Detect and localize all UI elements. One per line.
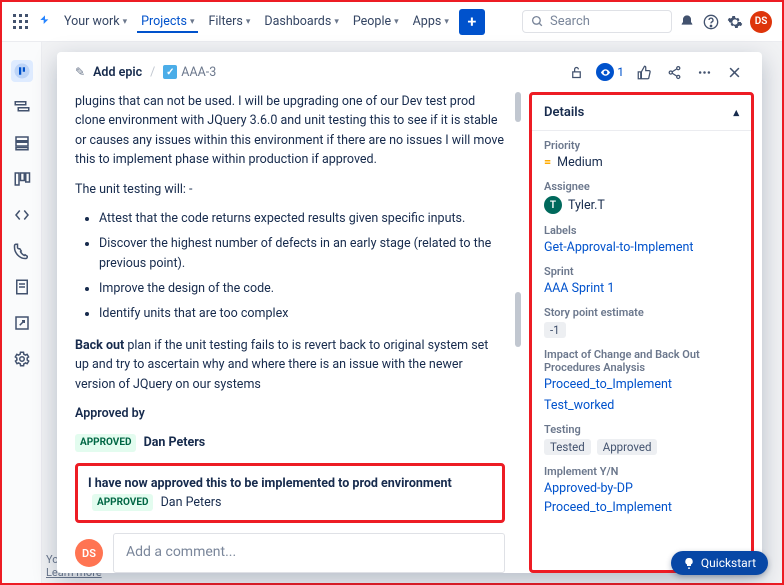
issue-dialog: ✎ Add epic / ✓ AAA-3 1 plugins that (57, 52, 762, 573)
issue-type-icon: ✓ (163, 65, 177, 79)
quickstart-button[interactable]: Quickstart (671, 551, 768, 575)
rail-code-icon[interactable] (11, 204, 33, 226)
rail-pages-icon[interactable] (11, 276, 33, 298)
desc-bullet: Attest that the code returns expected re… (99, 209, 505, 228)
dialog-header: ✎ Add epic / ✓ AAA-3 1 (57, 52, 762, 92)
breadcrumb-separator: / (150, 65, 155, 80)
desc-bullet: Identify units that are too complex (99, 304, 505, 323)
nav-projects[interactable]: Projects▾ (137, 10, 198, 33)
search-placeholder: Search (550, 14, 590, 29)
chevron-down-icon: ▾ (334, 17, 339, 27)
breadcrumb: ✎ Add epic / ✓ AAA-3 (75, 65, 216, 80)
desc-unit-intro: The unit testing will: - (75, 180, 505, 199)
nav-apps[interactable]: Apps▾ (409, 10, 453, 33)
assignee-avatar: T (544, 196, 562, 214)
rail-board-icon[interactable] (11, 60, 33, 82)
rail-board2-icon[interactable] (11, 168, 33, 190)
create-button[interactable]: + (459, 9, 485, 35)
issue-main: plugins that can not be used. I will be … (75, 92, 521, 573)
approver-line: APPROVED Dan Peters (75, 433, 505, 452)
approved-pill: APPROVED (92, 494, 153, 512)
watch-count: 1 (617, 65, 624, 79)
desc-bullet: Improve the design of the code. (99, 279, 505, 298)
field-assignee[interactable]: Assignee TTyler.T (544, 180, 739, 214)
top-nav: Your work▾ Projects▾ Filters▾ Dashboards… (2, 2, 782, 42)
scrollbar[interactable] (515, 92, 523, 573)
lightbulb-icon (683, 557, 695, 569)
comment-row: DS Add a comment... (75, 533, 505, 573)
field-impact[interactable]: Impact of Change and Back Out Procedures… (544, 348, 739, 413)
desc-backout: Back out plan if the unit testing fails … (75, 336, 505, 394)
approved-by-label: Approved by (75, 404, 505, 423)
help-icon[interactable] (702, 13, 720, 31)
chevron-down-icon: ▾ (190, 17, 195, 27)
rail-roadmap-icon[interactable] (11, 96, 33, 118)
pencil-icon: ✎ (75, 65, 85, 79)
lock-icon[interactable] (566, 62, 586, 82)
field-implement[interactable]: Implement Y/N Approved-by-DP Proceed_to_… (544, 465, 739, 515)
chevron-down-icon: ▾ (123, 17, 128, 27)
approval-highlight: I have now approved this to be implement… (75, 463, 505, 524)
nav-label: People (353, 14, 391, 29)
chevron-up-icon: ▴ (733, 106, 739, 119)
chevron-down-icon: ▾ (246, 17, 251, 27)
desc-bullet: Discover the highest number of defects i… (99, 234, 505, 273)
details-title: Details (544, 105, 584, 120)
rail-backlog-icon[interactable] (11, 132, 33, 154)
rail-oncall-icon[interactable] (11, 240, 33, 262)
issue-description: plugins that can not be used. I will be … (75, 92, 521, 573)
nav-label: Your work (64, 14, 120, 29)
desc-intro: plugins that can not be used. I will be … (75, 92, 505, 170)
comment-input[interactable]: Add a comment... (113, 533, 505, 573)
details-panel: Details ▴ Priority =Medium Assignee TTyl… (529, 92, 754, 573)
nav-label: Projects (141, 14, 187, 29)
details-header[interactable]: Details ▴ (532, 95, 751, 131)
issue-key-text: AAA-3 (181, 65, 216, 80)
settings-icon[interactable] (726, 13, 744, 31)
details-panel-wrap: Details ▴ Priority =Medium Assignee TTyl… (529, 92, 754, 573)
share-icon[interactable] (664, 62, 684, 82)
priority-medium-icon: = (544, 155, 551, 170)
app-switcher-icon[interactable] (12, 13, 30, 31)
watch-button[interactable]: 1 (596, 63, 624, 81)
issue-key[interactable]: ✓ AAA-3 (163, 65, 216, 80)
approval-text: I have now approved this to be implement… (88, 476, 452, 491)
nav-people[interactable]: People▾ (349, 10, 403, 33)
nav-label: Filters (208, 14, 242, 29)
field-sprint[interactable]: Sprint AAA Sprint 1 (544, 265, 739, 296)
rail-shortcut-icon[interactable] (11, 312, 33, 334)
left-rail (2, 42, 42, 583)
field-story-points[interactable]: Story point estimate -1 (544, 306, 739, 338)
search-icon (531, 15, 544, 28)
add-epic-link[interactable]: Add epic (93, 65, 142, 80)
nav-your-work[interactable]: Your work▾ (60, 10, 131, 33)
close-icon[interactable] (724, 62, 744, 82)
search-input[interactable]: Search (522, 10, 672, 33)
approval-author: Dan Peters (161, 495, 222, 510)
jira-logo-icon[interactable] (36, 13, 54, 31)
field-labels[interactable]: Labels Get-Approval-to-Implement (544, 224, 739, 255)
nav-label: Apps (413, 14, 442, 29)
desc-bullets: Attest that the code returns expected re… (99, 209, 505, 324)
approved-pill: APPROVED (75, 434, 136, 452)
quickstart-label: Quickstart (701, 556, 756, 570)
chevron-down-icon: ▾ (444, 17, 449, 27)
approver-name: Dan Peters (144, 435, 206, 450)
eye-icon (596, 63, 614, 81)
field-priority[interactable]: Priority =Medium (544, 139, 739, 170)
more-icon[interactable] (694, 62, 714, 82)
user-avatar[interactable]: DS (750, 11, 772, 33)
field-testing[interactable]: Testing Tested Approved (544, 423, 739, 455)
nav-dashboards[interactable]: Dashboards▾ (260, 10, 342, 33)
nav-filters[interactable]: Filters ▾ (204, 10, 254, 33)
comment-avatar: DS (75, 539, 103, 567)
chevron-down-icon: ▾ (394, 17, 399, 27)
like-icon[interactable] (634, 62, 654, 82)
notifications-icon[interactable] (678, 13, 696, 31)
nav-label: Dashboards (264, 14, 331, 29)
rail-settings-icon[interactable] (11, 348, 33, 370)
